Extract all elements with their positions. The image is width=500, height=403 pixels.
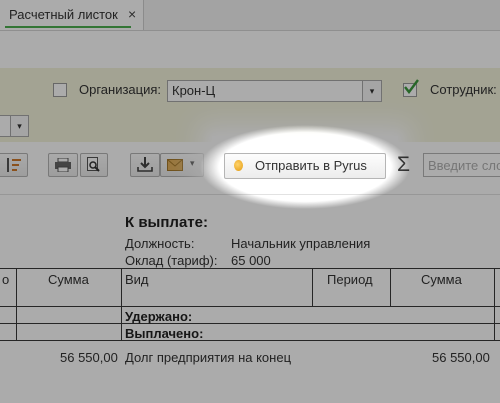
table-header-period-left: о xyxy=(2,272,10,287)
table-header-type: Вид xyxy=(125,272,149,287)
table-column-border xyxy=(121,268,122,341)
tab-active-indicator xyxy=(5,26,131,28)
organization-value: Крон-Ц xyxy=(172,83,216,98)
sort-button[interactable] xyxy=(0,153,28,177)
table-column-border xyxy=(16,268,17,341)
email-button[interactable]: ▾ xyxy=(160,153,204,177)
search-placeholder: Введите сло xyxy=(428,158,500,173)
period-dropdown-button[interactable]: ▾ xyxy=(10,115,29,137)
dim-overlay xyxy=(0,0,500,403)
salary-value: 65 000 xyxy=(231,253,271,268)
position-value: Начальник управления xyxy=(231,236,371,251)
download-icon xyxy=(137,157,153,172)
right-amount: 56 550,00 xyxy=(432,350,490,365)
salary-label: Оклад (тариф): xyxy=(125,253,218,268)
table-row-border xyxy=(0,323,500,324)
print-button[interactable] xyxy=(48,153,78,177)
debt-label: Долг предприятия на конец xyxy=(125,350,292,365)
table-top-border xyxy=(0,268,500,269)
paid-label: Выплачено: xyxy=(125,326,204,341)
search-input[interactable]: Введите сло xyxy=(423,153,500,177)
position-label: Должность: xyxy=(125,236,195,251)
employee-checkbox[interactable] xyxy=(403,79,419,97)
table-column-border xyxy=(390,268,391,307)
organization-field[interactable]: Крон-Ц xyxy=(167,80,363,102)
table-column-border xyxy=(494,268,495,341)
table-header-sum-left: Сумма xyxy=(48,272,89,287)
chevron-down-icon: ▾ xyxy=(369,86,375,96)
envelope-icon xyxy=(167,159,183,171)
tab-payslip[interactable]: Расчетный листок × xyxy=(0,0,144,30)
checkmark-icon xyxy=(404,79,419,94)
withheld-label: Удержано: xyxy=(125,309,193,324)
organization-label: Организация: xyxy=(79,82,162,97)
tab-label: Расчетный листок xyxy=(9,7,118,22)
organization-checkbox[interactable] xyxy=(53,83,67,97)
send-to-pyrus-label: Отправить в Pyrus xyxy=(255,158,367,173)
print-preview-icon xyxy=(87,157,100,172)
sort-icon xyxy=(7,158,21,172)
sum-icon[interactable]: Σ xyxy=(397,153,410,177)
payout-title: К выплате: xyxy=(125,214,208,231)
table-header-period: Период xyxy=(327,272,373,287)
close-icon[interactable]: × xyxy=(128,6,136,22)
left-amount: 56 550,00 xyxy=(60,350,118,365)
table-header-sum: Сумма xyxy=(421,272,462,287)
organization-dropdown-button[interactable]: ▾ xyxy=(362,80,382,102)
send-to-pyrus-button[interactable]: Отправить в Pyrus xyxy=(224,153,386,179)
printer-icon xyxy=(55,158,71,172)
employee-label: Сотрудник: xyxy=(430,82,497,97)
table-row-border xyxy=(0,340,500,341)
chevron-down-icon: ▾ xyxy=(190,158,195,168)
pyrus-icon xyxy=(234,160,243,171)
table-header-border xyxy=(0,306,500,307)
preview-button[interactable] xyxy=(80,153,108,177)
table-column-border xyxy=(312,268,313,307)
chevron-down-icon: ▾ xyxy=(17,121,22,131)
toolbar-divider xyxy=(0,194,500,195)
save-button[interactable] xyxy=(130,153,160,177)
